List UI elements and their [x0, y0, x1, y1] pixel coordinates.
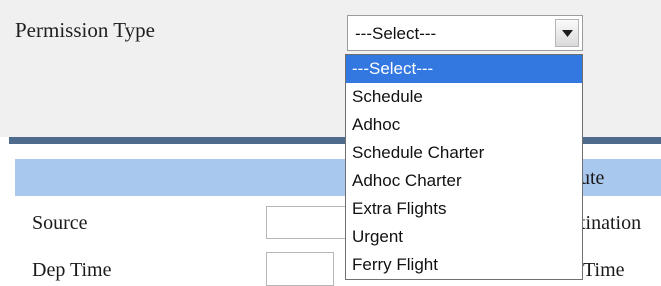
- source-label: Source: [32, 212, 88, 234]
- select-current-value: ---Select---: [355, 24, 437, 43]
- permission-type-dropdown-list[interactable]: ---Select--- Schedule Adhoc Schedule Charte…: [345, 54, 583, 280]
- dropdown-option[interactable]: ---Select---: [346, 55, 582, 83]
- chevron-down-icon: [562, 30, 573, 37]
- dropdown-option[interactable]: Schedule: [346, 83, 582, 111]
- arr-time-label: Time: [583, 259, 625, 281]
- dropdown-option[interactable]: Adhoc: [346, 111, 582, 139]
- dropdown-option[interactable]: Schedule Charter: [346, 139, 582, 167]
- dep-time-input[interactable]: [266, 252, 334, 286]
- permission-type-select[interactable]: ---Select---: [347, 15, 583, 51]
- source-input[interactable]: [266, 206, 348, 239]
- destination-label: tination: [580, 212, 642, 234]
- permission-type-label: Permission Type: [15, 18, 155, 42]
- route-section-header-text: ute: [580, 167, 605, 189]
- dropdown-option[interactable]: Urgent: [346, 223, 582, 251]
- select-dropdown-button[interactable]: [555, 19, 579, 47]
- dropdown-option[interactable]: Ferry Flight: [346, 251, 582, 279]
- dep-time-label: Dep Time: [32, 259, 112, 281]
- dropdown-option[interactable]: Extra Flights: [346, 195, 582, 223]
- dropdown-option[interactable]: Adhoc Charter: [346, 167, 582, 195]
